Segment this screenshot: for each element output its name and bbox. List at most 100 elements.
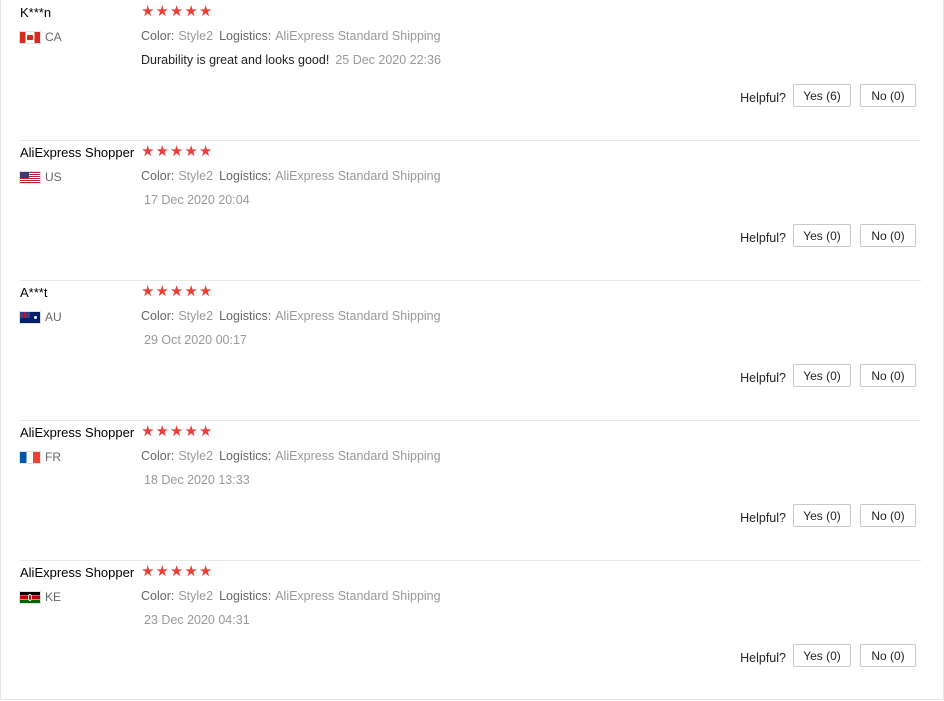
star-icon: ★ [169, 563, 184, 580]
reviewer-country: CA [20, 30, 62, 44]
helpful-no-button[interactable]: No (0) [860, 84, 916, 107]
reviewer-country: US [20, 170, 62, 184]
review-item: AliExpress Shopper FR ★ ★ ★ ★ ★ Color: Style2… [20, 420, 921, 561]
star-icon: ★ [155, 283, 169, 300]
star-rating: ★ ★ ★ ★ ★ [141, 284, 212, 300]
star-icon: ★ [155, 3, 169, 20]
reviewer-name: K***n [20, 5, 52, 20]
helpful-yes-button[interactable]: Yes (0) [793, 644, 851, 667]
star-icon: ★ [169, 143, 184, 160]
review-date: 23 Dec 2020 04:31 [144, 613, 250, 627]
logistics-value: AliExpress Standard Shipping [275, 29, 441, 43]
star-icon: ★ [155, 563, 169, 580]
star-icon: ★ [169, 3, 184, 20]
review-date: 18 Dec 2020 13:33 [144, 473, 250, 487]
star-icon: ★ [198, 423, 213, 440]
australia-flag-icon [20, 311, 40, 323]
logistics-label: Logistics: [219, 309, 272, 323]
star-icon: ★ [169, 283, 184, 300]
color-label: Color: [141, 589, 175, 603]
color-value: Style2 [178, 169, 214, 183]
star-icon: ★ [141, 423, 155, 440]
helpful-label: Helpful? [740, 370, 786, 385]
helpful-vote: Helpful? Yes (0) No (0) [740, 644, 916, 667]
helpful-no-button[interactable]: No (0) [860, 364, 916, 387]
star-icon: ★ [184, 563, 198, 580]
helpful-yes-button[interactable]: Yes (6) [793, 84, 851, 107]
country-code: US [45, 170, 62, 184]
review-content: 23 Dec 2020 04:31 [141, 613, 250, 627]
review-date: 25 Dec 2020 22:36 [335, 53, 441, 67]
country-code: CA [45, 30, 62, 44]
helpful-yes-button[interactable]: Yes (0) [793, 224, 851, 247]
logistics-value: AliExpress Standard Shipping [275, 449, 441, 463]
review-meta: Color: Style2 Logistics: AliExpress Standar… [141, 449, 447, 463]
review-content: Durability is great and looks good! 25 De… [141, 53, 441, 67]
helpful-no-button[interactable]: No (0) [860, 224, 916, 247]
color-label: Color: [141, 309, 175, 323]
review-meta: Color: Style2 Logistics: AliExpress Standar… [141, 169, 447, 183]
star-icon: ★ [155, 423, 169, 440]
color-value: Style2 [178, 309, 214, 323]
reviewer-name: A***t [20, 285, 48, 300]
kenya-flag-icon [20, 591, 40, 603]
helpful-vote: Helpful? Yes (6) No (0) [740, 84, 916, 107]
reviews-panel: K***n CA ★ ★ ★ ★ ★ Color: Style2 Logistics: Ali… [0, 0, 944, 700]
helpful-yes-button[interactable]: Yes (0) [793, 364, 851, 387]
star-icon: ★ [184, 423, 198, 440]
helpful-vote: Helpful? Yes (0) No (0) [740, 224, 916, 247]
reviewer-country: AU [20, 310, 62, 324]
star-icon: ★ [198, 3, 213, 20]
star-rating: ★ ★ ★ ★ ★ [141, 564, 212, 580]
helpful-no-button[interactable]: No (0) [860, 644, 916, 667]
logistics-label: Logistics: [219, 29, 272, 43]
review-item: K***n CA ★ ★ ★ ★ ★ Color: Style2 Logistics: Ali… [20, 0, 921, 141]
review-item: AliExpress Shopper US ★ ★ ★ ★ ★ Color: Style2… [20, 140, 921, 281]
color-label: Color: [141, 29, 175, 43]
review-text: Durability is great and looks good! [141, 53, 330, 67]
helpful-label: Helpful? [740, 90, 786, 105]
helpful-vote: Helpful? Yes (0) No (0) [740, 364, 916, 387]
star-icon: ★ [169, 423, 184, 440]
star-icon: ★ [184, 3, 198, 20]
country-code: FR [45, 450, 61, 464]
france-flag-icon [20, 451, 40, 463]
star-icon: ★ [184, 143, 198, 160]
reviewer-country: FR [20, 450, 61, 464]
review-meta: Color: Style2 Logistics: AliExpress Standar… [141, 309, 447, 323]
helpful-no-button[interactable]: No (0) [860, 504, 916, 527]
star-icon: ★ [141, 3, 155, 20]
color-label: Color: [141, 169, 175, 183]
logistics-value: AliExpress Standard Shipping [275, 169, 441, 183]
review-date: 29 Oct 2020 00:17 [144, 333, 247, 347]
review-date: 17 Dec 2020 20:04 [144, 193, 250, 207]
star-icon: ★ [184, 283, 198, 300]
helpful-vote: Helpful? Yes (0) No (0) [740, 504, 916, 527]
star-rating: ★ ★ ★ ★ ★ [141, 4, 212, 20]
review-item: AliExpress Shopper KE ★ ★ ★ ★ ★ Color: Style2… [20, 560, 921, 700]
color-value: Style2 [178, 449, 214, 463]
star-icon: ★ [198, 563, 213, 580]
logistics-value: AliExpress Standard Shipping [275, 309, 441, 323]
helpful-label: Helpful? [740, 230, 786, 245]
canada-flag-icon [20, 31, 40, 43]
star-icon: ★ [198, 283, 213, 300]
country-code: KE [45, 590, 62, 604]
reviewer-name: AliExpress Shopper [20, 565, 135, 580]
review-meta: Color: Style2 Logistics: AliExpress Standar… [141, 589, 447, 603]
review-content: 17 Dec 2020 20:04 [141, 193, 250, 207]
color-label: Color: [141, 449, 175, 463]
logistics-label: Logistics: [219, 169, 272, 183]
review-item: A***t AU ★ ★ ★ ★ ★ Color: Style2 Logistics: Ali… [20, 280, 921, 421]
star-rating: ★ ★ ★ ★ ★ [141, 144, 212, 160]
color-value: Style2 [178, 589, 214, 603]
helpful-yes-button[interactable]: Yes (0) [793, 504, 851, 527]
star-icon: ★ [198, 143, 213, 160]
star-icon: ★ [141, 283, 155, 300]
star-icon: ★ [141, 563, 155, 580]
review-meta: Color: Style2 Logistics: AliExpress Standar… [141, 29, 447, 43]
reviewer-country: KE [20, 590, 61, 604]
star-rating: ★ ★ ★ ★ ★ [141, 424, 212, 440]
reviewer-name: AliExpress Shopper [20, 425, 135, 440]
color-value: Style2 [178, 29, 214, 43]
